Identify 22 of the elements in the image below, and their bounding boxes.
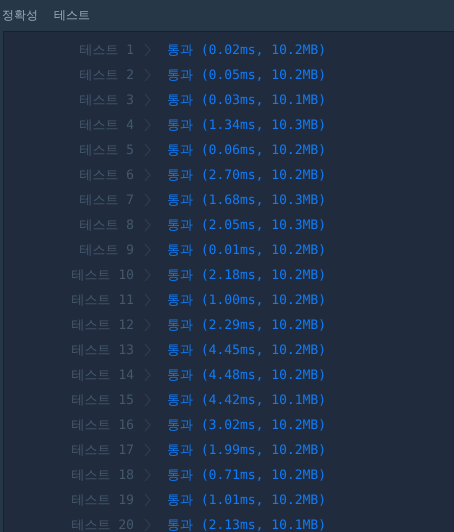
test-result: 통과 (0.71ms, 10.2MB) <box>167 466 326 484</box>
test-result: 통과 (1.34ms, 10.3MB) <box>167 116 326 134</box>
test-result: 통과 (2.18ms, 10.2MB) <box>167 266 326 284</box>
test-result: 통과 (0.01ms, 10.2MB) <box>167 242 326 258</box>
test-result: 통과 (1.68ms, 10.3MB) <box>167 192 326 208</box>
test-result: 통과 (4.42ms, 10.1MB) <box>167 392 326 408</box>
test-result: 통과 (0.05ms, 10.2MB) <box>167 66 326 84</box>
test-result: 통과 (3.02ms, 10.2MB) <box>167 416 326 434</box>
section-subtitle: 테스트 <box>54 7 90 24</box>
test-result: 통과 (0.06ms, 10.2MB) <box>167 142 326 158</box>
test-result: 통과 (1.01ms, 10.2MB) <box>167 492 326 508</box>
test-result: 통과 (2.13ms, 10.1MB) <box>167 516 326 532</box>
test-result: 통과 (2.05ms, 10.3MB) <box>167 216 326 234</box>
test-result: 통과 (4.48ms, 10.2MB) <box>167 366 326 384</box>
test-result: 통과 (0.03ms, 10.1MB) <box>167 92 326 108</box>
test-result: 통과 (1.99ms, 10.2MB) <box>167 442 326 458</box>
section-title: 정확성 <box>2 7 38 24</box>
test-result: 통과 (4.45ms, 10.2MB) <box>167 342 326 358</box>
test-result: 통과 (2.70ms, 10.2MB) <box>167 166 326 184</box>
test-result: 통과 (1.00ms, 10.2MB) <box>167 292 326 308</box>
test-result: 통과 (2.29ms, 10.2MB) <box>167 316 326 334</box>
test-result: 통과 (0.02ms, 10.2MB) <box>167 42 326 58</box>
